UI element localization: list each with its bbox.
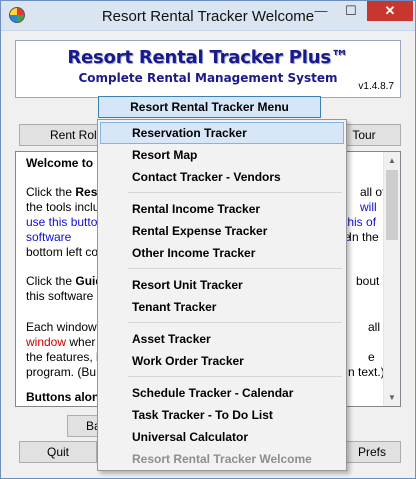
- text-span: window: [26, 335, 67, 349]
- menu-item-resort-rental-tracker-welcome: Resort Rental Tracker Welcome: [132, 452, 312, 466]
- rent-roll-button[interactable]: Rent Rol: [19, 124, 109, 146]
- scroll-down-icon[interactable]: ▼: [384, 389, 400, 406]
- menu-separator: [128, 322, 342, 323]
- text-span: wher: [66, 335, 96, 349]
- text-span: the tools inclu: [26, 200, 100, 214]
- text-span: program. (Bu: [26, 365, 97, 379]
- title-bar[interactable]: Resort Rental Tracker Welcome — ☐ ✕: [1, 1, 415, 31]
- text-span: the features, l: [26, 350, 99, 364]
- banner-subtitle: Complete Rental Management System: [78, 71, 338, 85]
- menu-item-contact-tracker-vendors[interactable]: Contact Tracker - Vendors: [100, 166, 344, 188]
- product-banner: Resort Rental Tracker Plus™ Complete Ren…: [15, 40, 401, 98]
- menu-item-rental-expense-tracker[interactable]: Rental Expense Tracker: [100, 220, 344, 242]
- main-menu-dropdown: Reservation Tracker Resort Map Contact Tra…: [97, 119, 347, 471]
- menu-separator: [128, 192, 342, 193]
- scroll-up-icon[interactable]: ▲: [384, 152, 400, 169]
- menu-item-rental-income-tracker[interactable]: Rental Income Tracker: [100, 198, 344, 220]
- text-span: will: [360, 200, 377, 214]
- menu-item-other-income-tracker[interactable]: Other Income Tracker: [100, 242, 344, 264]
- text-span: Click the: [26, 185, 76, 199]
- text-span: . In the: [342, 230, 379, 244]
- maximize-button[interactable]: ☐: [337, 1, 365, 21]
- text-span: e: [368, 350, 375, 364]
- quit-button[interactable]: Quit: [19, 441, 97, 463]
- menu-item-reservation-tracker[interactable]: Reservation Tracker: [100, 122, 344, 144]
- menu-item-resort-unit-tracker[interactable]: Resort Unit Tracker: [100, 274, 344, 296]
- vertical-scrollbar[interactable]: ▲ ▼: [383, 152, 400, 406]
- app-window: Resort Rental Tracker Welcome — ☐ ✕ Reso…: [0, 0, 416, 479]
- welcome-heading: Welcome to: [26, 156, 94, 170]
- menu-item-task-tracker-to-do-list[interactable]: Task Tracker - To Do List: [100, 404, 344, 426]
- main-menu-button[interactable]: Resort Rental Tracker Menu: [98, 96, 321, 118]
- menu-separator: [128, 376, 342, 377]
- text-span: use this butto: [26, 215, 98, 229]
- menu-item-universal-calculator[interactable]: Universal Calculator: [100, 426, 344, 448]
- menu-item-resort-map[interactable]: Resort Map: [100, 144, 344, 166]
- menu-item-asset-tracker[interactable]: Asset Tracker: [100, 328, 344, 350]
- menu-separator: [128, 268, 342, 269]
- text-span: this software: [26, 289, 94, 303]
- text-span: Click the: [26, 274, 76, 288]
- menu-item-tenant-tracker[interactable]: Tenant Tracker: [100, 296, 344, 318]
- version-label: v1.4.8.7: [358, 81, 394, 92]
- scrollbar-thumb[interactable]: [386, 170, 398, 240]
- text-span: Each window: [26, 320, 97, 334]
- close-button[interactable]: ✕: [367, 1, 413, 21]
- text-span: all of: [360, 185, 386, 199]
- minimize-button[interactable]: —: [307, 1, 335, 21]
- menu-item-work-order-tracker[interactable]: Work Order Tracker: [100, 350, 344, 372]
- banner-title: Resort Rental Tracker Plus™: [67, 47, 349, 68]
- text-span: n text.): [348, 365, 385, 379]
- buttons-heading: Buttons alon: [26, 390, 100, 404]
- text-span: bottom left co: [26, 245, 99, 259]
- text-span: all: [368, 320, 381, 334]
- menu-item-schedule-tracker-calendar[interactable]: Schedule Tracker - Calendar: [100, 382, 344, 404]
- text-span: bout: [356, 274, 380, 288]
- text-span: software: [26, 230, 72, 244]
